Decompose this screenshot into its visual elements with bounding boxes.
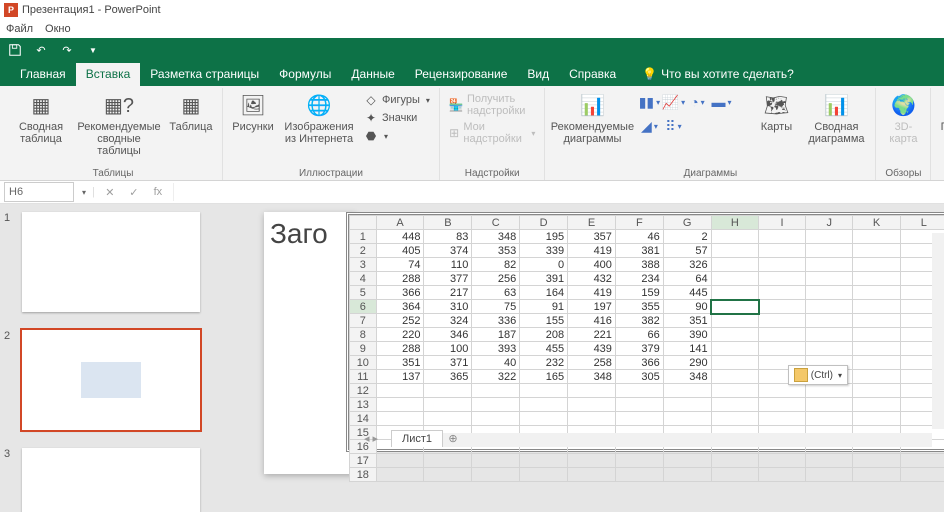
pivot-chart-icon: 📊: [823, 92, 849, 118]
thumb-embed-preview: [81, 362, 141, 398]
group-illus-label: Иллюстрации: [299, 166, 363, 179]
tell-me-label: Что вы хотите сделать?: [661, 67, 794, 81]
pivot-chart-button[interactable]: 📊Сводная диаграмма: [803, 90, 869, 145]
3d-map-button[interactable]: 🌍3D-карта: [882, 90, 924, 145]
slide[interactable]: Заго: [264, 212, 356, 474]
more-illus-button[interactable]: ⬣▾: [361, 128, 433, 144]
slide-thumb-2[interactable]: [22, 330, 200, 430]
group-charts-label: Диаграммы: [684, 166, 738, 179]
slide-thumb-1[interactable]: [22, 212, 200, 312]
icons-icon: ✦: [364, 111, 378, 125]
sheet-nav[interactable]: ◂ ▸: [351, 432, 391, 445]
tab-layout[interactable]: Разметка страницы: [140, 63, 269, 86]
undo-icon[interactable]: ↶: [32, 41, 50, 59]
pictures-button[interactable]: 🖼Рисунки: [229, 90, 277, 133]
thumb-num: 1: [4, 212, 16, 312]
embedded-excel[interactable]: ABCDEFGHIJKL1448833481953574622405374353…: [346, 212, 944, 452]
my-addins-button[interactable]: ⊞Мои надстройки▾: [446, 120, 539, 146]
table-button[interactable]: ▦Таблица: [166, 90, 216, 133]
tab-view[interactable]: Вид: [517, 63, 559, 86]
ribbon: ▦Сводная таблица ▦?Рекомендуемые сводные…: [0, 86, 944, 181]
recommended-pivot-button[interactable]: ▦?Рекомендуемые сводные таблицы: [78, 90, 160, 157]
group-tables: ▦Сводная таблица ▦?Рекомендуемые сводные…: [4, 88, 223, 180]
group-tours: 🌍3D-карта Обзоры: [876, 88, 931, 180]
menu-file[interactable]: Файл: [6, 23, 33, 35]
recommended-pivot-icon: ▦?: [106, 92, 132, 118]
thumb-num: 2: [4, 330, 16, 430]
redo-icon[interactable]: ↷: [58, 41, 76, 59]
add-sheet-button[interactable]: ⊕: [443, 432, 463, 445]
shapes-button[interactable]: ◇Фигуры▾: [361, 92, 433, 108]
scatter-chart-icon[interactable]: ⠿▾: [663, 116, 683, 136]
clipboard-icon: [794, 368, 808, 382]
tab-review[interactable]: Рецензирование: [405, 63, 518, 86]
window-title: Презентация1 - PowerPoint: [22, 4, 161, 16]
maps-button[interactable]: 🗺Карты: [755, 90, 797, 133]
group-charts: 📊Рекомендуемые диаграммы ▮▮▾ 📈▾ ◔▾ ▬▾ ◢▾…: [545, 88, 876, 180]
spark-line-button[interactable]: 〽График: [937, 90, 944, 133]
tab-data[interactable]: Данные: [341, 63, 404, 86]
sheet-tabs: ◂ ▸ Лист1 ⊕: [351, 429, 463, 447]
vertical-scrollbar[interactable]: [932, 233, 944, 429]
pivot-table-icon: ▦: [28, 92, 54, 118]
horizontal-scrollbar[interactable]: [391, 433, 932, 447]
recommended-charts-icon: 📊: [579, 92, 605, 118]
tab-help[interactable]: Справка: [559, 63, 626, 86]
pictures-icon: 🖼: [240, 92, 266, 118]
enter-icon[interactable]: ✓: [125, 183, 143, 201]
group-illustrations: 🖼Рисунки 🌐Изображения из Интернета ◇Фигу…: [223, 88, 440, 180]
fx-icon[interactable]: fx: [149, 183, 167, 201]
store-icon: 🏪: [449, 98, 463, 112]
maps-icon: 🗺: [763, 92, 789, 118]
tab-home[interactable]: Главная: [10, 63, 76, 86]
bulb-icon: 💡: [642, 67, 657, 81]
group-addins: 🏪Получить надстройки ⊞Мои надстройки▾ На…: [440, 88, 546, 180]
group-tables-label: Таблицы: [93, 166, 134, 179]
addins-icon: ⊞: [449, 126, 459, 140]
column-chart-icon[interactable]: ▮▮▾: [639, 92, 659, 112]
name-box[interactable]: H6: [4, 182, 74, 202]
pivot-table-button[interactable]: ▦Сводная таблица: [10, 90, 72, 145]
workspace: 1 2 3 Заго ABCDEFGHIJKL14488334819535746…: [0, 204, 944, 512]
save-icon[interactable]: [6, 41, 24, 59]
app-icon: P: [4, 3, 18, 17]
get-addins-button[interactable]: 🏪Получить надстройки: [446, 92, 539, 118]
globe-icon: 🌍: [890, 92, 916, 118]
line-chart-icon[interactable]: 📈▾: [663, 92, 683, 112]
group-sparklines: 〽График ▮▮▮Гистограмма ▪▫▪Выигрыш/проигр…: [931, 88, 944, 180]
tab-formulas[interactable]: Формулы: [269, 63, 341, 86]
title-bar: P Презентация1 - PowerPoint: [0, 0, 944, 20]
bar-chart-icon[interactable]: ▬▾: [711, 92, 731, 112]
qat-more-icon[interactable]: ▼: [84, 41, 102, 59]
recommended-charts-button[interactable]: 📊Рекомендуемые диаграммы: [551, 90, 633, 145]
sheet-tab[interactable]: Лист1: [391, 430, 443, 447]
slide-thumbnails: 1 2 3: [0, 204, 222, 512]
slide-canvas: Заго ABCDEFGHIJKL14488334819535746224053…: [222, 204, 944, 512]
online-pictures-button[interactable]: 🌐Изображения из Интернета: [283, 90, 355, 145]
paste-options-tag[interactable]: (Ctrl)▾: [788, 365, 848, 385]
smartart-icon: ⬣: [364, 129, 378, 143]
slide-title-placeholder: Заго: [270, 218, 328, 249]
pie-chart-icon[interactable]: ◔▾: [687, 92, 707, 112]
formula-bar: H6 ▾ | ✕ ✓ fx: [0, 181, 944, 204]
menu-bar: Файл Окно: [0, 20, 944, 38]
formula-input[interactable]: [173, 183, 940, 201]
chart-gallery: ▮▮▾ 📈▾ ◔▾ ▬▾ ◢▾ ⠿▾: [639, 90, 749, 136]
slide-thumb-3[interactable]: [22, 448, 200, 512]
thumb-num: 3: [4, 448, 16, 512]
tell-me[interactable]: 💡 Что вы хотите сделать?: [632, 63, 804, 86]
table-icon: ▦: [178, 92, 204, 118]
online-pictures-icon: 🌐: [306, 92, 332, 118]
menu-window[interactable]: Окно: [45, 23, 71, 35]
quick-access-toolbar: ↶ ↷ ▼: [0, 38, 944, 62]
area-chart-icon[interactable]: ◢▾: [639, 116, 659, 136]
cancel-icon[interactable]: ✕: [101, 183, 119, 201]
namebox-drop-icon[interactable]: ▾: [82, 188, 86, 197]
group-addins-label: Надстройки: [465, 166, 520, 179]
tab-insert[interactable]: Вставка: [76, 63, 141, 86]
group-tours-label: Обзоры: [885, 166, 921, 179]
ribbon-tabs: Главная Вставка Разметка страницы Формул…: [0, 62, 944, 86]
shapes-icon: ◇: [364, 93, 378, 107]
icons-button[interactable]: ✦Значки: [361, 110, 433, 126]
